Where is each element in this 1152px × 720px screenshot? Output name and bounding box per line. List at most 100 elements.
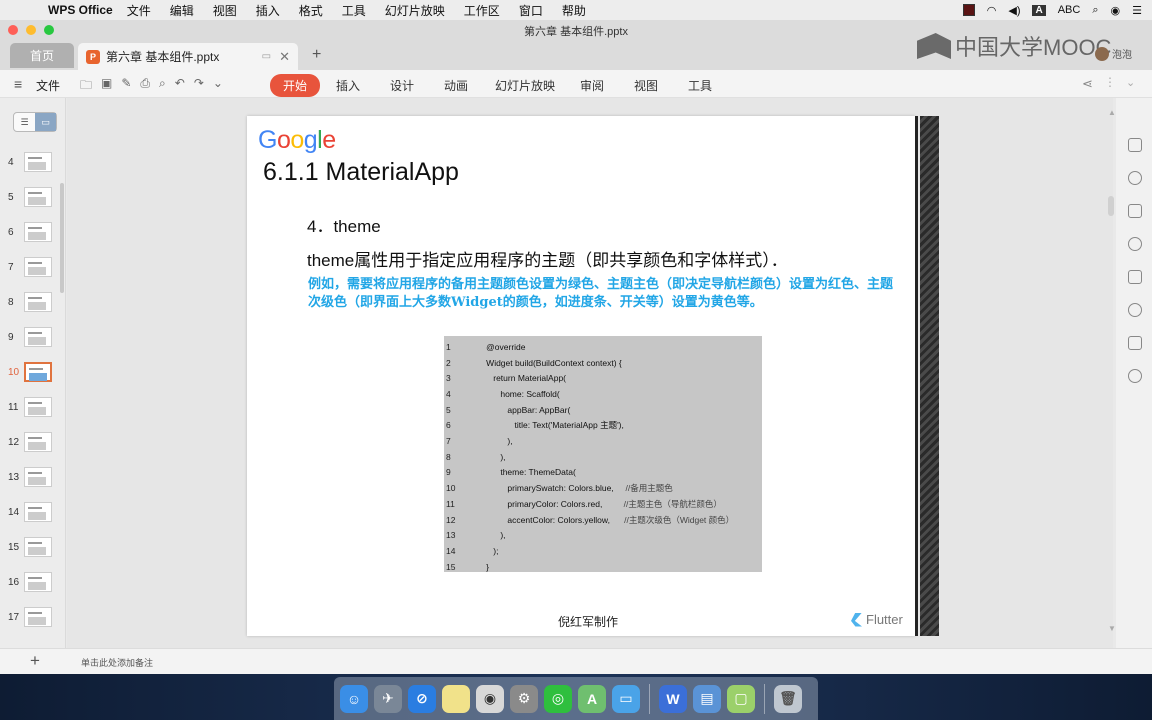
- recording-icon[interactable]: [962, 4, 975, 16]
- menu-file[interactable]: 文件: [127, 2, 151, 19]
- slide-thumbnail[interactable]: 15: [8, 537, 52, 557]
- undo-icon[interactable]: ↶: [175, 76, 185, 97]
- share-icon[interactable]: ⋖: [1082, 76, 1093, 92]
- current-slide[interactable]: Google 6.1.1 MaterialApp 4．theme theme属性…: [247, 116, 915, 636]
- tab-animation[interactable]: 动画: [444, 77, 468, 94]
- shape-icon[interactable]: [1128, 171, 1142, 185]
- slide-thumbnail[interactable]: 17: [8, 607, 52, 627]
- volume-icon[interactable]: ◀): [1008, 4, 1020, 17]
- tab-review[interactable]: 审阅: [580, 77, 604, 94]
- menu-view[interactable]: 视图: [213, 2, 237, 19]
- history-icon[interactable]: [1128, 369, 1142, 383]
- system-preferences-icon[interactable]: ⚙: [510, 684, 538, 713]
- input-source-icon[interactable]: A: [1032, 4, 1046, 16]
- animation-icon[interactable]: [1128, 303, 1142, 317]
- file-menu-button[interactable]: 文件: [36, 77, 60, 94]
- safari-icon[interactable]: ⊘: [408, 684, 436, 713]
- wechat-icon[interactable]: ◎: [544, 684, 572, 713]
- slide-thumbnail[interactable]: 8: [8, 292, 52, 312]
- menu-insert[interactable]: 插入: [256, 2, 280, 19]
- slide-thumbnail[interactable]: 7: [8, 257, 52, 277]
- tab-document[interactable]: P 第六章 基本组件.pptx ▭ ✕: [78, 43, 298, 70]
- notes-placeholder[interactable]: 单击此处添加备注: [81, 656, 153, 669]
- print-preview-icon[interactable]: ⌕: [159, 76, 166, 97]
- add-slide-button[interactable]: +: [30, 651, 40, 671]
- input-method-label[interactable]: ABC: [1058, 4, 1081, 16]
- slide-thumbnail[interactable]: 6: [8, 222, 52, 242]
- highlight-paragraph[interactable]: 例如，需要将应用程序的备用主题颜色设置为绿色、主题主色（即决定导航栏颜色）设置为…: [308, 276, 900, 312]
- slide-title[interactable]: 6.1.1 MaterialApp: [263, 158, 459, 187]
- siri-icon[interactable]: ◉: [1111, 4, 1121, 17]
- launchpad-icon[interactable]: ✈: [374, 684, 402, 713]
- code-line-text: @override: [472, 341, 526, 352]
- slide-thumbnail[interactable]: 12: [8, 432, 52, 452]
- layout-icon[interactable]: [1128, 138, 1142, 152]
- notes-icon[interactable]: [442, 684, 470, 713]
- slide-thumbnail[interactable]: 9: [8, 327, 52, 347]
- hamburger-menu-icon[interactable]: ≡: [14, 76, 22, 92]
- canvas-scrollbar[interactable]: [1108, 196, 1114, 216]
- app-icon[interactable]: ▢: [727, 684, 755, 713]
- slide-subtitle[interactable]: 4．theme: [307, 212, 381, 237]
- code-line-number: 4: [446, 388, 451, 399]
- tab-insert[interactable]: 插入: [336, 77, 360, 94]
- tab-view[interactable]: 视图: [634, 77, 658, 94]
- collapse-ribbon-icon[interactable]: ⌄: [1126, 76, 1135, 89]
- tab-home[interactable]: 首页: [10, 43, 74, 68]
- tab-slideshow[interactable]: 幻灯片放映: [495, 77, 555, 94]
- slides-panel-scrollbar[interactable]: [60, 183, 64, 293]
- control-center-icon[interactable]: ☰: [1132, 4, 1142, 17]
- print-icon[interactable]: ⎙: [140, 76, 150, 97]
- customize-dropdown-icon[interactable]: ⌄: [213, 76, 223, 97]
- menu-tools[interactable]: 工具: [342, 2, 366, 19]
- slide-thumbnail[interactable]: 13: [8, 467, 52, 487]
- pin-icon[interactable]: ▭: [262, 51, 271, 62]
- menu-slideshow[interactable]: 幻灯片放映: [385, 2, 445, 19]
- more-options-icon[interactable]: ⋮: [1104, 75, 1116, 89]
- new-tab-button[interactable]: +: [312, 46, 321, 64]
- menu-workspace[interactable]: 工作区: [464, 2, 500, 19]
- android-studio-icon[interactable]: A: [578, 684, 606, 713]
- wifi-icon[interactable]: ◠: [987, 4, 997, 17]
- redo-icon[interactable]: ↷: [194, 76, 204, 97]
- menu-edit[interactable]: 编辑: [170, 2, 194, 19]
- style-icon[interactable]: [1128, 204, 1142, 218]
- slide-description[interactable]: theme属性用于指定应用程序的主题（即共享颜色和字体样式）．: [307, 246, 788, 271]
- app-name-menu[interactable]: WPS Office: [48, 3, 113, 17]
- scroll-up-arrow[interactable]: ▲: [1108, 108, 1116, 117]
- slide-thumbnail[interactable]: 16: [8, 572, 52, 592]
- format-painter-icon[interactable]: ✎: [121, 76, 131, 97]
- slide-thumbnail[interactable]: 14: [8, 502, 52, 522]
- slide-number: 13: [8, 471, 20, 483]
- slide-view-icon[interactable]: ▭: [35, 113, 56, 131]
- slide-thumbnail[interactable]: 5: [8, 187, 52, 207]
- trash-icon[interactable]: 🗑: [774, 684, 802, 713]
- menu-format[interactable]: 格式: [299, 2, 323, 19]
- download-icon[interactable]: [1128, 237, 1142, 251]
- tab-start[interactable]: 开始: [270, 74, 321, 97]
- save-icon[interactable]: ▣: [101, 76, 112, 97]
- code-line: 11 primaryColor: Colors.red, //主题主色（导航栏颜…: [444, 496, 722, 512]
- tab-design[interactable]: 设计: [390, 77, 414, 94]
- folder-icon[interactable]: ▭: [612, 684, 640, 713]
- menu-help[interactable]: 帮助: [562, 2, 586, 19]
- close-tab-icon[interactable]: ✕: [279, 49, 290, 65]
- code-screenshot[interactable]: 1 @override 2 Widget build(BuildContext c…: [444, 336, 762, 572]
- settings-icon[interactable]: [1128, 336, 1142, 350]
- menu-window[interactable]: 窗口: [519, 2, 543, 19]
- wps-icon[interactable]: W: [659, 684, 687, 713]
- tab-tools[interactable]: 工具: [688, 77, 712, 94]
- screenshot-icon[interactable]: ◉: [476, 684, 504, 713]
- copy-icon[interactable]: [1128, 270, 1142, 284]
- slide-thumbnail-current[interactable]: 10: [8, 362, 52, 382]
- open-folder-icon[interactable]: 🗀: [80, 76, 92, 97]
- preview-icon[interactable]: ▤: [693, 684, 721, 713]
- finder-icon[interactable]: ☺: [340, 684, 368, 713]
- avatar: [1095, 46, 1109, 61]
- slide-thumbnail[interactable]: 4: [8, 152, 52, 172]
- outline-view-icon[interactable]: ☰: [14, 113, 35, 131]
- spotlight-search-icon[interactable]: ⌕: [1092, 4, 1098, 17]
- slide-thumbnail[interactable]: 11: [8, 397, 52, 417]
- user-account[interactable]: 泡泡: [1095, 46, 1132, 61]
- scroll-down-arrow[interactable]: ▼: [1108, 624, 1116, 633]
